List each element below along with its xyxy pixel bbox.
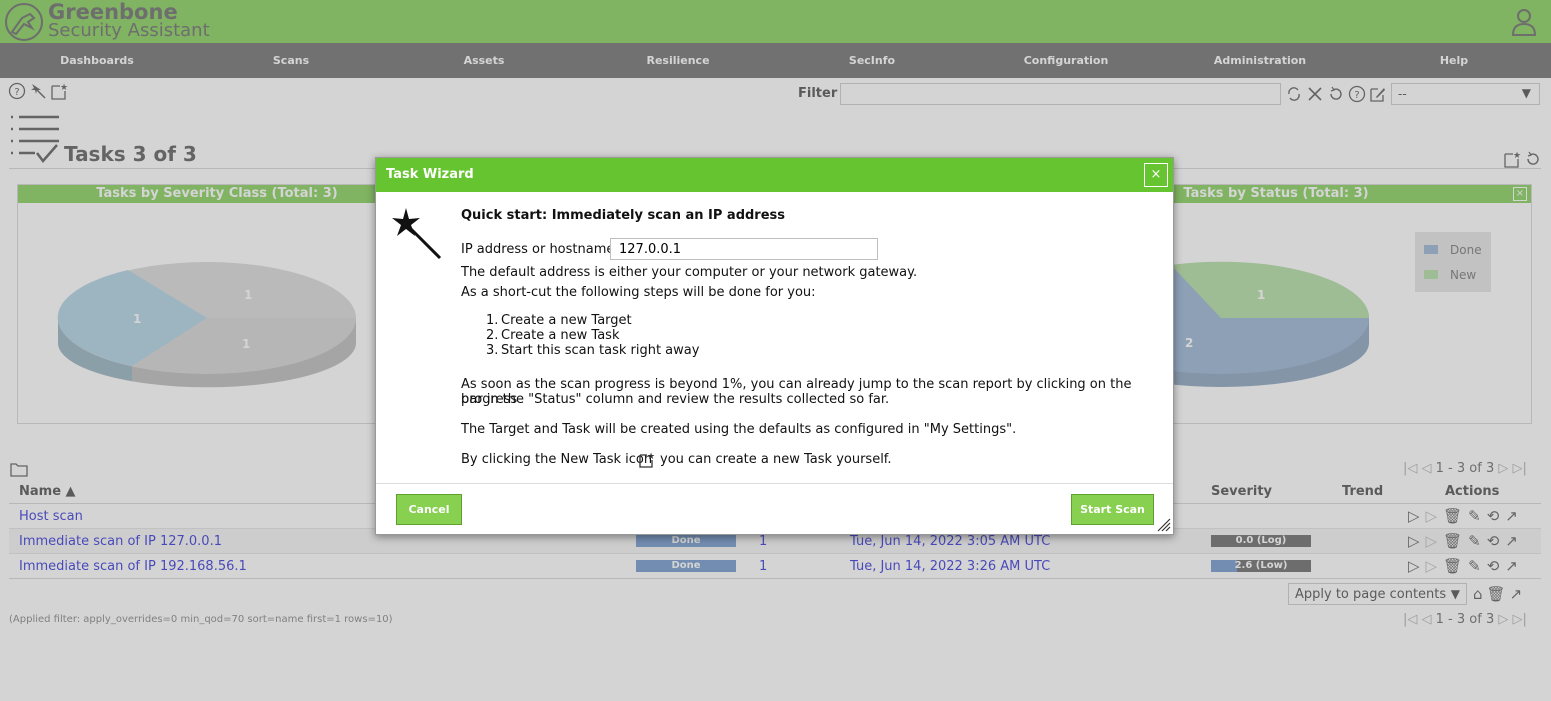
dialog-header[interactable]: Task Wizard × bbox=[376, 158, 1173, 192]
wizard-wand-icon bbox=[392, 208, 442, 260]
defaults-text: The Target and Task will be created usin… bbox=[461, 422, 1017, 437]
dialog-title: Task Wizard bbox=[386, 167, 474, 182]
ip-label: IP address or hostname: bbox=[461, 242, 619, 257]
new-task-icon: ★ bbox=[639, 452, 655, 468]
step-number: 2. bbox=[486, 328, 499, 343]
default-address-text: The default address is either your compu… bbox=[461, 265, 918, 280]
dialog-footer-divider bbox=[376, 483, 1173, 484]
svg-text:★: ★ bbox=[647, 452, 655, 462]
ip-address-input[interactable] bbox=[610, 238, 878, 260]
wizard-heading: Quick start: Immediately scan an IP addr… bbox=[461, 208, 786, 223]
progress-text-line2: bar in the "Status" column and review th… bbox=[461, 392, 890, 407]
step-item: Start this scan task right away bbox=[501, 343, 700, 358]
modal-backdrop-top bbox=[0, 0, 1551, 78]
resize-handle-icon[interactable] bbox=[1155, 516, 1171, 532]
step-item: Create a new Target bbox=[501, 313, 632, 328]
close-dialog-button[interactable]: × bbox=[1144, 163, 1168, 187]
new-task-text-2: you can create a new Task yourself. bbox=[660, 452, 892, 467]
step-item: Create a new Task bbox=[501, 328, 620, 343]
cancel-button[interactable]: Cancel bbox=[396, 494, 462, 525]
step-number: 1. bbox=[486, 313, 499, 328]
step-number: 3. bbox=[486, 343, 499, 358]
shortcut-text: As a short-cut the following steps will … bbox=[461, 285, 816, 300]
start-scan-button[interactable]: Start Scan bbox=[1071, 494, 1154, 525]
task-wizard-dialog: Task Wizard × Quick start: Immediately s… bbox=[375, 157, 1174, 535]
new-task-text-1: By clicking the New Task icon bbox=[461, 452, 653, 467]
